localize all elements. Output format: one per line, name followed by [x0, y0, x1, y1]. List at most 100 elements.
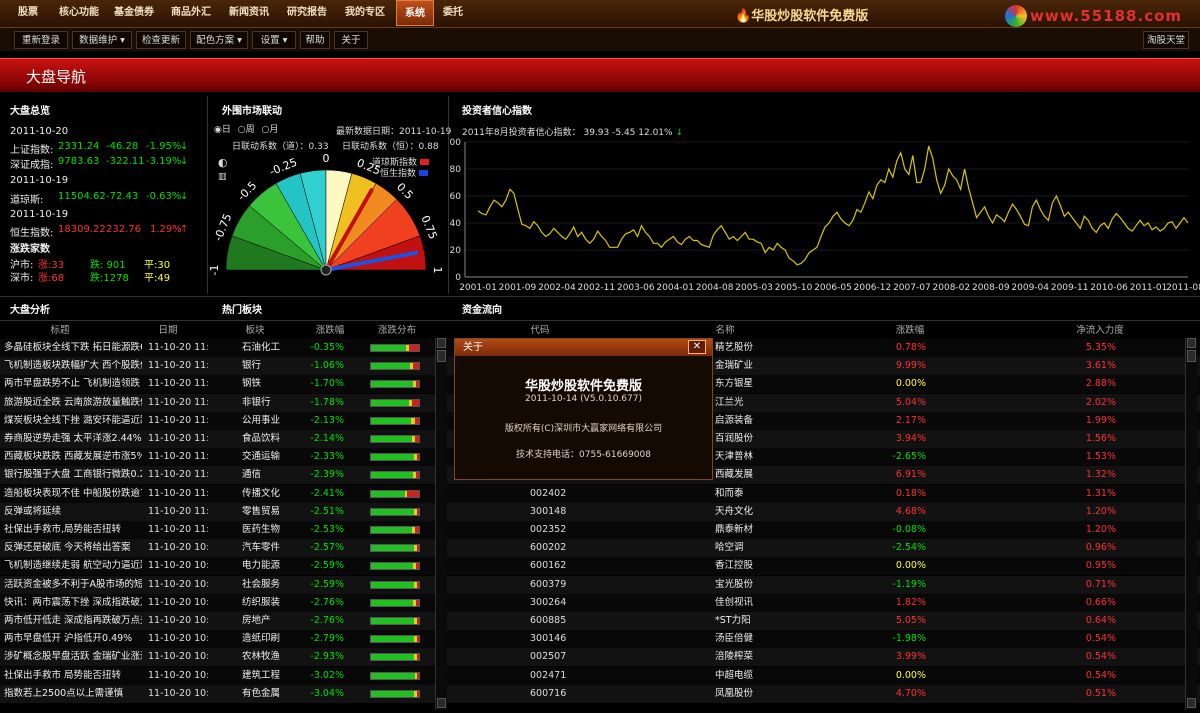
sector-name[interactable]: 社会服务	[242, 576, 302, 594]
fund-name[interactable]: 精艺股份	[715, 339, 785, 357]
table-row[interactable]: 两市早盘低开 沪指低开0.49% 11-10-20 10:50 造纸印刷 -2.79%…	[0, 630, 1200, 649]
scroll-thumb[interactable]	[1187, 350, 1196, 362]
sector-name[interactable]: 有色金属	[242, 685, 302, 703]
fund-name[interactable]: 天津普林	[715, 448, 785, 466]
table-row[interactable]: 社保出手救市 局势能否扭转 11-10-20 10:50 建筑工程 -3.02% 002…	[0, 666, 1200, 685]
fund-name[interactable]: 佳创视讯	[715, 594, 785, 612]
sector-name[interactable]: 汽车零件	[242, 539, 302, 557]
news-title[interactable]: 反弹或将延续	[4, 503, 142, 521]
scroll-down-arrow-icon[interactable]	[437, 698, 446, 708]
news-title[interactable]: 活跃资金被多不利于A股市场的短...	[4, 576, 142, 594]
toolbar-button-4[interactable]: 设置 ▾	[252, 31, 296, 49]
news-title[interactable]: 快讯：两市震荡下挫 深成指跌破万点...	[4, 594, 142, 612]
menu-item-1[interactable]: 核心功能	[54, 0, 104, 26]
toolbar-button-1[interactable]: 数据维护 ▾	[72, 31, 132, 49]
close-icon[interactable]: ✕	[688, 340, 706, 354]
scroll-up-arrow-icon[interactable]	[1187, 338, 1196, 348]
sector-name[interactable]: 农林牧渔	[242, 648, 302, 666]
taogu-button[interactable]: 淘股天堂	[1143, 31, 1189, 49]
news-title[interactable]: 反弹还是破底 今天将给出答案	[4, 539, 142, 557]
sector-name[interactable]: 公用事业	[242, 412, 302, 430]
fund-name[interactable]: 凤凰股份	[715, 685, 785, 703]
table-row[interactable]: 涉矿概念股早盘活跃 金瑞矿业涨逾... 11-10-20 10:50 农林牧渔 -2.…	[0, 648, 1200, 667]
table-row[interactable]: 社保出手救市,局势能否扭转 11-10-20 11:00 医药生物 -2.53% 002…	[0, 521, 1200, 539]
sector-name[interactable]: 食品饮料	[242, 430, 302, 448]
funds-scrollbar[interactable]	[1185, 338, 1197, 710]
sector-name[interactable]: 交通运输	[242, 448, 302, 466]
sector-name[interactable]: 石油化工	[242, 339, 302, 357]
sector-name[interactable]: 房地产	[242, 612, 302, 630]
menu-item-5[interactable]: 研究报告	[280, 0, 334, 26]
fund-name[interactable]: 启源装备	[715, 412, 785, 430]
menu-item-3[interactable]: 商品外汇	[164, 0, 218, 26]
radio-day[interactable]: ◉	[214, 125, 222, 135]
fund-name[interactable]: 中超电缆	[715, 667, 785, 685]
sector-name[interactable]: 纺织服装	[242, 594, 302, 612]
fund-name[interactable]: 哈空调	[715, 539, 785, 557]
fund-name[interactable]: 香江控股	[715, 557, 785, 575]
menu-item-8[interactable]: 委托	[436, 0, 470, 26]
sector-name[interactable]: 传播文化	[242, 485, 302, 503]
fund-name[interactable]: 金瑞矿业	[715, 357, 785, 375]
table-row[interactable]: 两市低开低走 深成指再跌破万点关 11-10-20 10:50 房地产 -2.76% 6…	[0, 612, 1200, 630]
menu-item-4[interactable]: 新闻资讯	[222, 0, 276, 26]
scroll-down-arrow-icon[interactable]	[1187, 698, 1196, 708]
news-title[interactable]: 多晶硅板块全线下跌 拓日能源跌6...	[4, 339, 142, 357]
fund-name[interactable]: 百润股份	[715, 430, 785, 448]
news-title[interactable]: 银行股强于大盘 工商银行微跌0.24%	[4, 466, 142, 484]
fund-name[interactable]: 鼎泰新材	[715, 521, 785, 539]
fund-name[interactable]: 涪陵榨菜	[715, 648, 785, 666]
sector-name[interactable]: 电力能源	[242, 557, 302, 575]
fund-name[interactable]: 和而泰	[715, 485, 785, 503]
news-title[interactable]: 两市早盘低开 沪指低开0.49%	[4, 630, 142, 648]
table-row[interactable]: 反弹或将延续 11-10-20 11:00 零售贸易 -2.51% 300148 天舟文化…	[0, 502, 1200, 521]
news-title[interactable]: 飞机制造板块跌幅扩大 西个股跌停	[4, 357, 142, 375]
news-title[interactable]: 造船板块表现不佳 中船股份跌逾7%	[4, 485, 142, 503]
fund-name[interactable]: 西藏发展	[715, 466, 785, 484]
news-title[interactable]: 涉矿概念股早盘活跃 金瑞矿业涨逾...	[4, 648, 142, 666]
news-title[interactable]: 两市早盘跌势不止 飞机制造领跌	[4, 375, 142, 393]
sector-name[interactable]: 非银行	[242, 394, 302, 412]
table-row[interactable]: 反弹还是破底 今天将给出答案 11-10-20 10:50 汽车零件 -2.57% 60…	[0, 539, 1200, 558]
sector-scrollbar[interactable]	[435, 338, 447, 710]
sector-name[interactable]: 零售贸易	[242, 503, 302, 521]
table-row[interactable]: 快讯：两市震荡下挫 深成指跌破万点... 11-10-20 10:50 纺织服装 -2…	[0, 593, 1200, 612]
table-row[interactable]: 造船板块表现不佳 中船股份跌逾7% 11-10-20 11:37 传播文化 -2.41…	[0, 484, 1200, 503]
sector-name[interactable]: 通信	[242, 466, 302, 484]
menu-item-2[interactable]: 基金债券	[108, 0, 160, 26]
news-title[interactable]: 飞机制造继续走弱 航空动力逼近跌停	[4, 557, 142, 575]
fund-name[interactable]: 宝光股份	[715, 576, 785, 594]
fund-name[interactable]: 汤臣倍健	[715, 630, 785, 648]
toolbar-button-0[interactable]: 重新登录	[14, 31, 68, 49]
sector-name[interactable]: 银行	[242, 357, 302, 375]
table-row[interactable]: 指数若上2500点以上需谨慎 11-10-20 10:50 有色金属 -3.04% 60…	[0, 684, 1200, 703]
toolbar-button-5[interactable]: 帮助	[300, 31, 330, 49]
fund-name[interactable]: 东方银星	[715, 375, 785, 393]
news-title[interactable]: 西藏板块跌跌 西藏发展逆市涨5%	[4, 448, 142, 466]
sector-name[interactable]: 造纸印刷	[242, 630, 302, 648]
scroll-thumb[interactable]	[437, 350, 446, 362]
sector-name[interactable]: 钢铁	[242, 375, 302, 393]
news-title[interactable]: 两市低开低走 深成指再跌破万点关	[4, 612, 142, 630]
toolbar-button-6[interactable]: 关于	[334, 31, 368, 49]
table-row[interactable]: 活跃资金被多不利于A股市场的短... 11-10-20 10:50 社会服务 -2.5…	[0, 575, 1200, 594]
scroll-up-arrow-icon[interactable]	[437, 338, 446, 348]
news-title[interactable]: 社保出手救市 局势能否扭转	[4, 667, 142, 685]
news-title[interactable]: 指数若上2500点以上需谨慎	[4, 685, 142, 703]
toolbar-button-2[interactable]: 检查更新	[136, 31, 186, 49]
table-row[interactable]: 飞机制造继续走弱 航空动力逼近跌停 11-10-20 10:50 电力能源 -2.59…	[0, 557, 1200, 576]
menu-item-6[interactable]: 我的专区	[338, 0, 392, 26]
menu-item-7[interactable]: 系统	[396, 0, 434, 26]
radio-week[interactable]: ○	[238, 125, 246, 135]
toolbar-button-3[interactable]: 配色方案 ▾	[190, 31, 248, 49]
news-title[interactable]: 券商股逆势走强 太平洋涨2.44%	[4, 430, 142, 448]
sector-name[interactable]: 医药生物	[242, 521, 302, 539]
menu-item-0[interactable]: 股票	[6, 0, 50, 26]
fund-name[interactable]: *ST力阳	[715, 612, 785, 630]
news-title[interactable]: 旅游股近全跌 云南旅游放量触跌停	[4, 394, 142, 412]
fund-name[interactable]: 江兰光	[715, 394, 785, 412]
news-title[interactable]: 煤炭板块全线下挫 潞安环能逼近跌停	[4, 412, 142, 430]
news-title[interactable]: 社保出手救市,局势能否扭转	[4, 521, 142, 539]
sector-name[interactable]: 建筑工程	[242, 667, 302, 685]
fund-name[interactable]: 天舟文化	[715, 503, 785, 521]
